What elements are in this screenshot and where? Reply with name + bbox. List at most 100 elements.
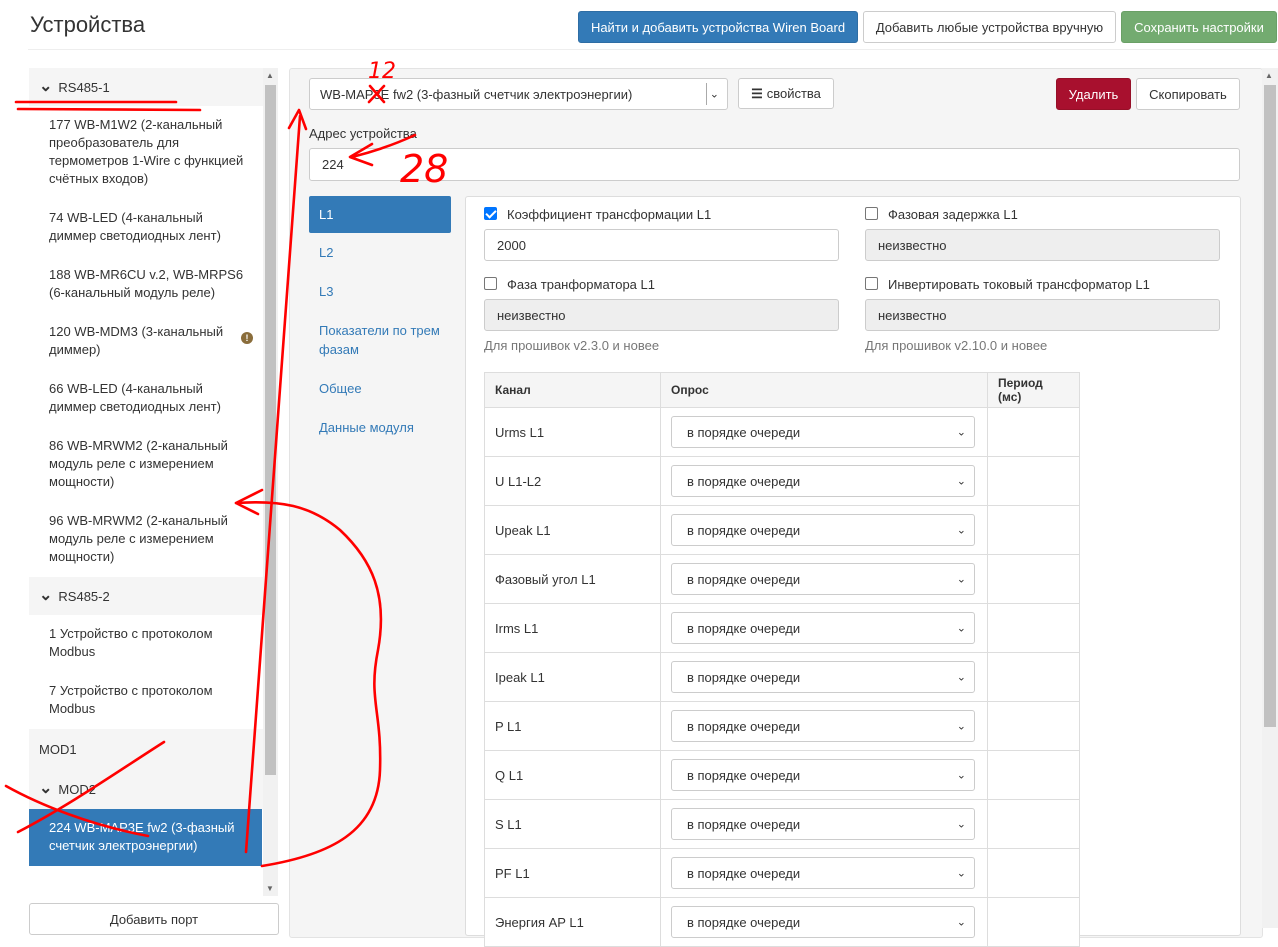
sidebar-device-item[interactable]: 177 WB-M1W2 (2-канальный преобразователь… xyxy=(29,106,263,199)
chevron-down-icon: ⌄ xyxy=(709,88,719,101)
chevron-down-icon: ⌄ xyxy=(956,867,966,880)
invert-ct-value: неизвестно xyxy=(878,307,947,323)
poll-select[interactable]: в порядке очереди ⌄ xyxy=(671,563,975,595)
chevron-down-icon: ⌄ xyxy=(956,524,966,537)
poll-select[interactable]: в порядке очереди ⌄ xyxy=(671,857,975,889)
scroll-down-icon[interactable]: ▼ xyxy=(266,884,274,893)
tab-label: Общее xyxy=(319,381,362,396)
tab-label: Показатели по трем фазам xyxy=(319,323,440,357)
sidebar-device-item[interactable]: 74 WB-LED (4-канальный диммер светодиодн… xyxy=(29,199,263,256)
channel-name: S L1 xyxy=(484,799,661,849)
poll-select[interactable]: в порядке очереди ⌄ xyxy=(671,416,975,448)
col-period-header: Период (мс) xyxy=(987,372,1080,408)
period-cell[interactable] xyxy=(987,603,1080,653)
phase-delay-checkbox[interactable] xyxy=(865,207,878,220)
poll-select[interactable]: в порядке очереди ⌄ xyxy=(671,808,975,840)
ct-ratio-checkbox[interactable] xyxy=(484,207,497,220)
poll-select[interactable]: в порядке очереди ⌄ xyxy=(671,661,975,693)
port-header-mod1[interactable]: MOD1 xyxy=(29,729,263,769)
sidebar-device-item[interactable]: 188 WB-MR6CU v.2, WB-MRPS6 (6-канальный … xyxy=(29,256,263,313)
sidebar-device-item[interactable]: 120 WB-MDM3 (3-канальный диммер)! xyxy=(29,313,263,370)
warning-icon: ! xyxy=(241,332,253,344)
add-manual-button[interactable]: Добавить любые устройства вручную xyxy=(863,11,1116,43)
poll-select[interactable]: в порядке очереди ⌄ xyxy=(671,514,975,546)
channel-tabs: L1 L2 L3 Показатели по трем фазам Общее Данны… xyxy=(309,196,451,447)
tab-three-phase[interactable]: Показатели по трем фазам xyxy=(309,311,451,369)
sidebar-device-item[interactable]: 1 Устройство с протоколом Modbus xyxy=(29,615,263,672)
period-cell[interactable] xyxy=(987,799,1080,849)
channel-name: Ipeak L1 xyxy=(484,652,661,702)
device-type-select[interactable]: WB-MAP3E fw2 (3-фазный счетчик электроэн… xyxy=(309,78,728,110)
tab-module-data[interactable]: Данные модуля xyxy=(309,408,451,447)
poll-cell: в порядке очереди ⌄ xyxy=(660,750,988,800)
delete-button[interactable]: Удалить xyxy=(1056,78,1131,110)
sidebar-device-item[interactable]: 7 Устройство с протоколом Modbus xyxy=(29,672,263,729)
tab-l1[interactable]: L1 xyxy=(309,196,451,233)
sidebar-scrollbar[interactable]: ▲ ▼ xyxy=(263,68,278,896)
period-cell[interactable] xyxy=(987,750,1080,800)
add-port-button[interactable]: Добавить порт xyxy=(29,903,279,935)
main-scrollbar[interactable]: ▲ xyxy=(1262,68,1278,928)
header-divider xyxy=(28,49,1278,50)
channels-table: Канал Опрос Период (мс) Urms L1 в порядке… xyxy=(484,372,1080,947)
invert-ct-checkbox[interactable] xyxy=(865,277,878,290)
poll-value: в порядке очереди xyxy=(687,620,801,636)
poll-cell: в порядке очереди ⌄ xyxy=(660,554,988,604)
poll-select[interactable]: в порядке очереди ⌄ xyxy=(671,759,975,791)
port-header-rs485-2[interactable]: ⌄ RS485-2 xyxy=(29,577,263,615)
find-devices-button[interactable]: Найти и добавить устройства Wiren Board xyxy=(578,11,858,43)
poll-select[interactable]: в порядке очереди ⌄ xyxy=(671,710,975,742)
sidebar-device-item[interactable]: 86 WB-MRWM2 (2-канальный модуль реле с и… xyxy=(29,427,263,502)
properties-label: свойства xyxy=(766,86,821,101)
period-cell[interactable] xyxy=(987,554,1080,604)
port-name: RS485-2 xyxy=(58,588,110,604)
chevron-down-icon: ⌄ xyxy=(956,475,966,488)
tab-general[interactable]: Общее xyxy=(309,369,451,408)
tab-l2[interactable]: L2 xyxy=(309,233,451,272)
chevron-down-icon: ⌄ xyxy=(39,587,53,604)
period-cell[interactable] xyxy=(987,407,1080,457)
poll-cell: в порядке очереди ⌄ xyxy=(660,848,988,898)
period-cell[interactable] xyxy=(987,897,1080,947)
transformer-phase-input: неизвестно xyxy=(484,299,839,331)
period-cell[interactable] xyxy=(987,701,1080,751)
poll-select[interactable]: в порядке очереди ⌄ xyxy=(671,906,975,938)
port-header-rs485-1[interactable]: ⌄ RS485-1 xyxy=(29,68,263,106)
table-row: PF L1 в порядке очереди ⌄ xyxy=(484,848,1080,898)
address-input[interactable]: 224 xyxy=(309,148,1240,181)
transformer-phase-checkbox[interactable] xyxy=(484,277,497,290)
chevron-down-icon: ⌄ xyxy=(39,780,53,797)
scroll-up-icon[interactable]: ▲ xyxy=(1265,71,1273,80)
table-row: Фазовый угол L1 в порядке очереди ⌄ xyxy=(484,554,1080,604)
invert-ct-label: Инвертировать токовый трансформатор L1 xyxy=(888,277,1150,292)
poll-select[interactable]: в порядке очереди ⌄ xyxy=(671,612,975,644)
copy-button[interactable]: Скопировать xyxy=(1136,78,1240,110)
channel-name: Фазовый угол L1 xyxy=(484,554,661,604)
main-scroll-thumb[interactable] xyxy=(1264,85,1276,727)
sidebar-device-item[interactable]: 96 WB-MRWM2 (2-канальный модуль реле с и… xyxy=(29,502,263,577)
period-cell[interactable] xyxy=(987,848,1080,898)
device-label: 7 Устройство с протоколом Modbus xyxy=(49,683,213,716)
scroll-up-icon[interactable]: ▲ xyxy=(266,71,274,80)
tab-l3[interactable]: L3 xyxy=(309,272,451,311)
device-type-value: WB-MAP3E fw2 (3-фазный счетчик электроэн… xyxy=(320,86,633,102)
poll-cell: в порядке очереди ⌄ xyxy=(660,505,988,555)
address-label: Адрес устройства xyxy=(309,126,417,141)
poll-cell: в порядке очереди ⌄ xyxy=(660,799,988,849)
poll-cell: в порядке очереди ⌄ xyxy=(660,897,988,947)
period-cell[interactable] xyxy=(987,505,1080,555)
transformer-phase-label: Фаза транформатора L1 xyxy=(507,277,655,292)
poll-cell: в порядке очереди ⌄ xyxy=(660,456,988,506)
sidebar-device-item[interactable]: 224 WB-MAP3E fw2 (3-фазный счетчик элект… xyxy=(29,809,262,866)
poll-select[interactable]: в порядке очереди ⌄ xyxy=(671,465,975,497)
sidebar-scroll-thumb[interactable] xyxy=(265,85,276,775)
period-cell[interactable] xyxy=(987,456,1080,506)
port-header-mod2[interactable]: ⌄ MOD2 xyxy=(29,769,263,809)
save-settings-button[interactable]: Сохранить настройки xyxy=(1121,11,1277,43)
table-row: Q L1 в порядке очереди ⌄ xyxy=(484,750,1080,800)
sidebar-device-item[interactable]: 66 WB-LED (4-канальный диммер светодиодн… xyxy=(29,370,263,427)
ct-ratio-input[interactable]: 2000 xyxy=(484,229,839,261)
chevron-down-icon: ⌄ xyxy=(956,720,966,733)
properties-button[interactable]: ☰ свойства xyxy=(738,78,834,109)
period-cell[interactable] xyxy=(987,652,1080,702)
